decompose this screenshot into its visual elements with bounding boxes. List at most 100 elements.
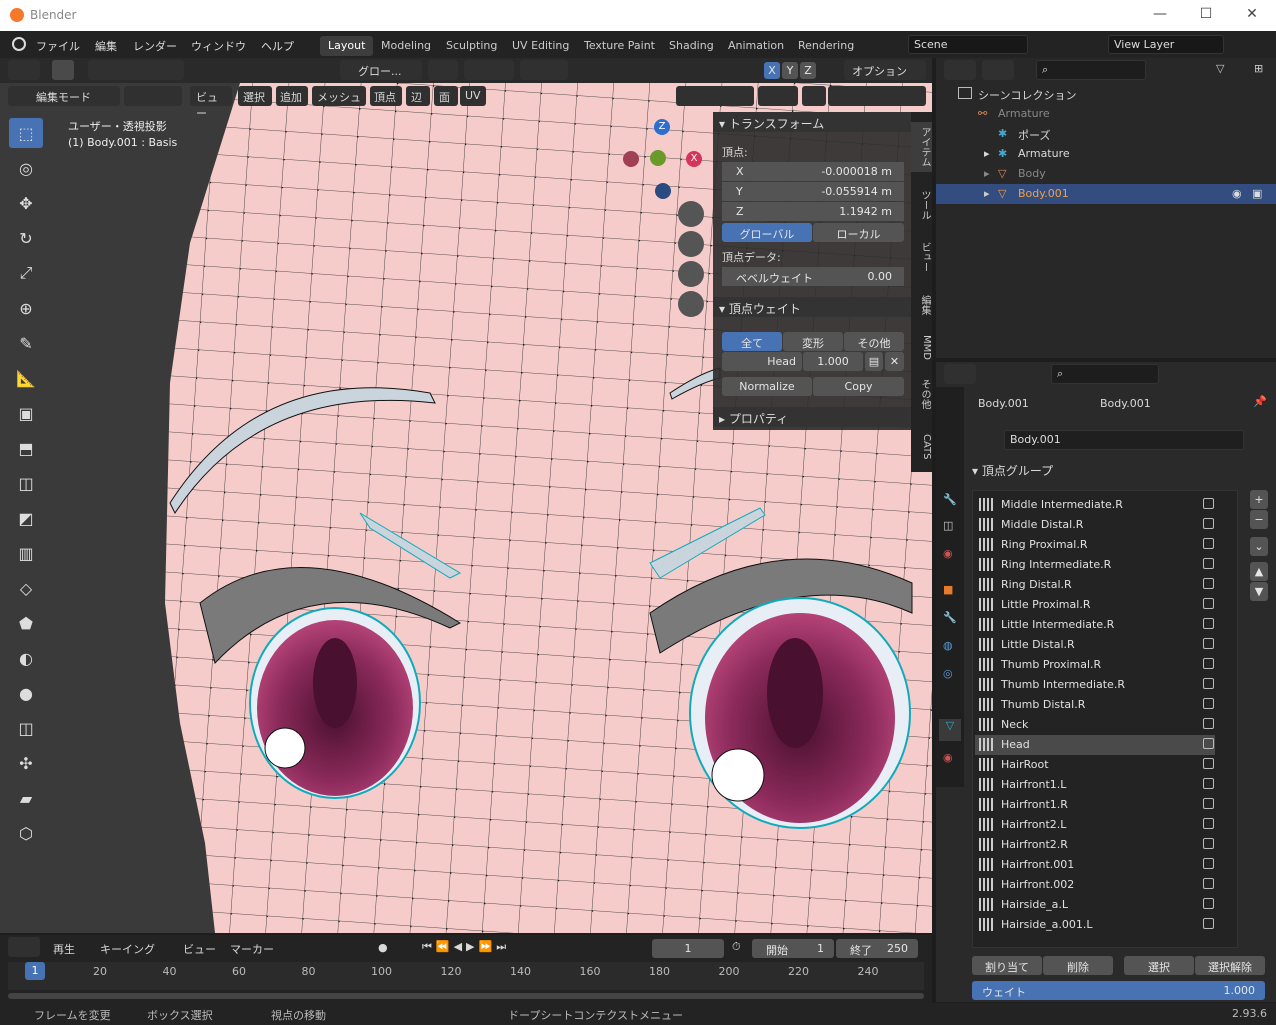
scene-selector[interactable]: Scene xyxy=(908,35,1028,54)
tab-modeling[interactable]: Modeling xyxy=(373,36,439,56)
vertex-group-row[interactable]: Neck xyxy=(975,715,1215,735)
global-toggle[interactable]: グローバル xyxy=(722,223,812,242)
transform-orientation[interactable]: グロー... xyxy=(340,60,422,80)
playback-menu[interactable]: 再生 xyxy=(53,941,75,957)
select-group-button[interactable]: 選択 xyxy=(1124,956,1194,975)
menu-face[interactable]: 面 xyxy=(434,86,458,106)
mirror-y-toggle[interactable]: Y xyxy=(782,62,798,79)
tab-shading[interactable]: Shading xyxy=(661,36,722,56)
specials-menu-button[interactable]: ⌄ xyxy=(1250,537,1268,556)
rotate-icon[interactable]: ↻ xyxy=(9,223,43,253)
vertex-group-row[interactable]: Thumb Intermediate.R xyxy=(975,675,1215,695)
outliner-row[interactable]: ▸ ▽ Body xyxy=(936,164,1276,184)
deselect-group-button[interactable]: 選択解除 xyxy=(1195,956,1265,975)
lock-icon[interactable] xyxy=(1203,858,1214,869)
lock-icon[interactable] xyxy=(1203,638,1214,649)
view-layer-selector[interactable]: View Layer xyxy=(1108,35,1224,54)
zoom-icon[interactable] xyxy=(678,201,704,227)
vertex-group-row[interactable]: Hairfront2.R xyxy=(975,835,1215,855)
lock-icon[interactable] xyxy=(1203,558,1214,569)
tab-view[interactable]: ビュー xyxy=(911,237,932,277)
menu-edge[interactable]: 辺 xyxy=(406,86,430,106)
loop-cut-icon[interactable]: ▥ xyxy=(9,538,43,568)
object-props-icon[interactable]: ■ xyxy=(943,583,953,596)
lock-icon[interactable] xyxy=(1203,838,1214,849)
properties-editor-type[interactable] xyxy=(944,364,976,384)
vertex-group-row[interactable]: Ring Intermediate.R xyxy=(975,555,1215,575)
tab-mmd[interactable]: MMD xyxy=(911,330,932,365)
lock-icon[interactable] xyxy=(1203,498,1214,509)
assign-button[interactable]: 割り当て xyxy=(972,956,1042,975)
overlay-toggle[interactable] xyxy=(758,86,798,106)
eye-icon[interactable]: ◉ xyxy=(1232,187,1242,200)
timeline-view-menu[interactable]: ビュー xyxy=(183,941,216,957)
scene-collection-row[interactable]: シーンコレクション xyxy=(936,84,1276,104)
outliner-editor-type[interactable] xyxy=(944,60,976,80)
gizmo-y-axis[interactable] xyxy=(650,150,666,166)
menu-edit[interactable]: 編集 xyxy=(95,38,117,54)
lock-icon[interactable] xyxy=(1203,618,1214,629)
lock-icon[interactable] xyxy=(1203,658,1214,669)
local-toggle[interactable]: ローカル xyxy=(813,223,904,242)
outliner-search-input[interactable]: ⌕ xyxy=(1036,60,1146,80)
lock-icon[interactable] xyxy=(1203,918,1214,929)
extrude-icon[interactable]: ⬒ xyxy=(9,433,43,463)
move-up-button[interactable]: ▲ xyxy=(1250,562,1268,581)
vertex-group-list[interactable]: Middle Intermediate.R Middle Distal.R Ring… xyxy=(972,490,1238,948)
lock-icon[interactable] xyxy=(1203,598,1214,609)
lock-icon[interactable] xyxy=(1203,898,1214,909)
lock-icon[interactable] xyxy=(1203,778,1214,789)
select-mode-buttons[interactable] xyxy=(88,60,184,80)
mirror-z-toggle[interactable]: Z xyxy=(800,62,816,79)
shear-icon[interactable]: ▰ xyxy=(9,783,43,813)
lock-icon[interactable] xyxy=(1203,578,1214,589)
vertex-group-row[interactable]: Middle Distal.R xyxy=(975,515,1215,535)
blender-menu-icon[interactable] xyxy=(12,37,26,51)
menu-help[interactable]: ヘルプ xyxy=(261,38,294,54)
vertex-group-row[interactable]: Thumb Proximal.R xyxy=(975,655,1215,675)
vertex-group-row[interactable]: Little Proximal.R xyxy=(975,595,1215,615)
menu-file[interactable]: ファイル xyxy=(36,38,80,54)
vertex-group-row[interactable]: Thumb Distal.R xyxy=(975,695,1215,715)
physics-props-icon[interactable]: ◍ xyxy=(943,639,953,652)
maximize-button[interactable]: ☐ xyxy=(1194,6,1218,22)
measure-icon[interactable]: 📐 xyxy=(9,363,43,393)
tab-cats[interactable]: CATS xyxy=(911,427,932,467)
tab-layout[interactable]: Layout xyxy=(320,36,374,56)
lock-icon[interactable] xyxy=(1203,878,1214,889)
pin-icon[interactable]: 📌 xyxy=(1253,395,1267,408)
lock-icon[interactable] xyxy=(1203,758,1214,769)
tool-props-icon[interactable]: 🔧 xyxy=(943,493,957,506)
mesh-name-field[interactable]: Body.001 xyxy=(1004,430,1244,450)
timeline-scrollbar[interactable] xyxy=(8,993,924,999)
copy-button[interactable]: Copy xyxy=(813,377,904,396)
normalize-button[interactable]: Normalize xyxy=(722,377,812,396)
tab-item[interactable]: アイテム xyxy=(911,122,932,172)
lock-icon[interactable] xyxy=(1203,698,1214,709)
menu-add[interactable]: 追加 xyxy=(276,86,308,106)
lock-icon[interactable] xyxy=(1203,518,1214,529)
new-collection-icon[interactable]: ⊞ xyxy=(1254,62,1263,75)
spin-icon[interactable]: ◐ xyxy=(9,643,43,673)
menu-uv[interactable]: UV xyxy=(460,86,486,106)
lock-icon[interactable] xyxy=(1203,538,1214,549)
filter-icon[interactable]: ▽ xyxy=(1216,62,1224,75)
vertex-groups-header[interactable]: ▾ 頂点グループ xyxy=(972,462,1053,479)
current-frame-field[interactable]: 1 xyxy=(652,939,724,958)
cursor-icon[interactable]: ◎ xyxy=(9,153,43,183)
pivot-button[interactable] xyxy=(428,60,458,80)
bevel-weight-field[interactable]: ベベルウェイト 0.00 xyxy=(722,267,904,286)
vertex-z-field[interactable]: Z 1.1942 m xyxy=(722,202,904,221)
close-button[interactable]: ✕ xyxy=(1240,6,1264,22)
scale-icon[interactable]: ⤢ xyxy=(9,258,43,288)
minimize-button[interactable]: — xyxy=(1148,6,1172,22)
gizmo-z-axis[interactable]: Z xyxy=(654,119,670,135)
keying-menu[interactable]: キーイング xyxy=(100,941,155,957)
tab-animation[interactable]: Animation xyxy=(720,36,792,56)
head-weight-field[interactable]: 1.000 xyxy=(803,352,863,371)
smooth-icon[interactable]: ● xyxy=(9,678,43,708)
options-dropdown[interactable]: オプション xyxy=(844,60,926,80)
move-down-button[interactable]: ▼ xyxy=(1250,582,1268,601)
vertex-group-row[interactable]: Little Distal.R xyxy=(975,635,1215,655)
add-cube-icon[interactable]: ▣ xyxy=(9,398,43,428)
